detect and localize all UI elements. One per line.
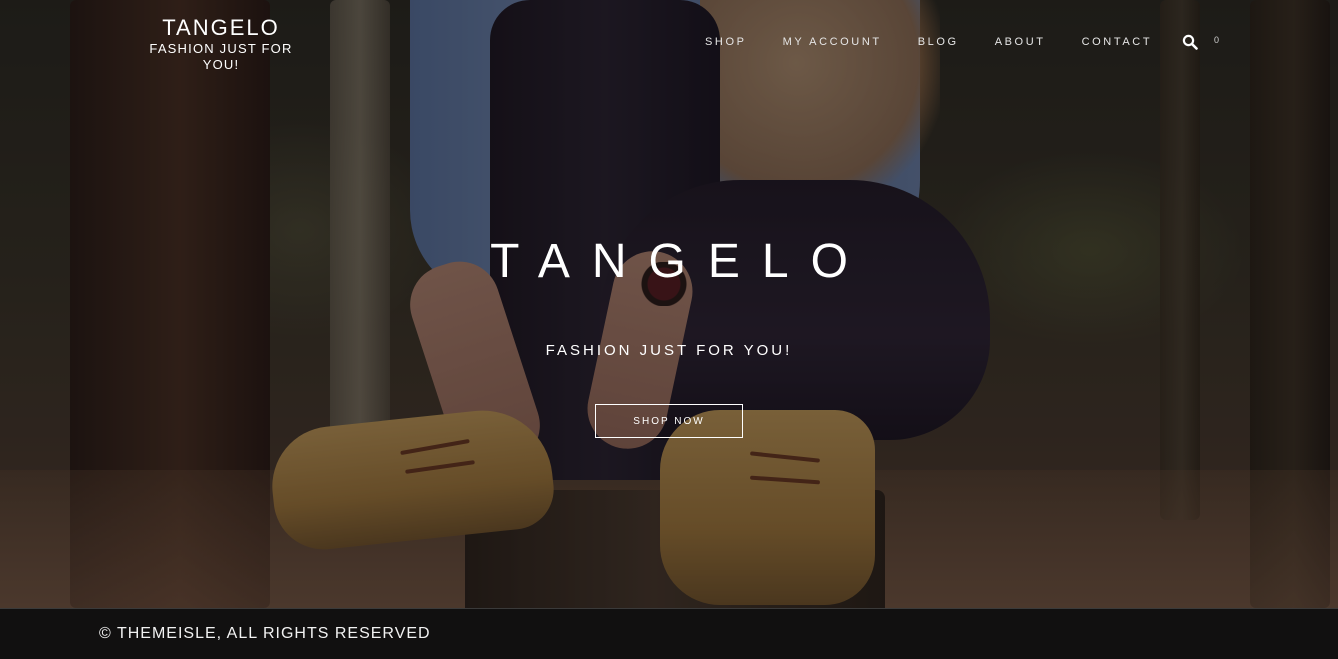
shop-now-button[interactable]: SHOP NOW: [595, 404, 743, 438]
nav-item-about[interactable]: ABOUT: [995, 36, 1046, 48]
site-title[interactable]: TANGELO: [132, 15, 310, 41]
site-footer: © THEMEISLE, ALL RIGHTS RESERVED: [0, 608, 1338, 659]
nav-item-shop[interactable]: SHOP: [705, 36, 747, 48]
hero-background-image: [0, 0, 1338, 608]
copyright-text: © THEMEISLE, ALL RIGHTS RESERVED: [99, 625, 431, 642]
hero-overlay: [0, 0, 1338, 608]
nav-item-my-account[interactable]: MY ACCOUNT: [783, 36, 882, 48]
site-tagline: FASHION JUST FOR YOU!: [149, 41, 293, 72]
cart-count-badge[interactable]: 0: [1214, 35, 1219, 45]
search-icon[interactable]: [1182, 34, 1198, 50]
nav-item-blog[interactable]: BLOG: [918, 36, 959, 48]
main-navigation: SHOP MY ACCOUNT BLOG ABOUT CONTACT: [705, 36, 1188, 48]
nav-item-contact[interactable]: CONTACT: [1082, 36, 1153, 48]
site-logo[interactable]: TANGELO FASHION JUST FOR YOU!: [132, 15, 310, 73]
hero-title: TANGELO: [490, 235, 870, 288]
hero-subtitle: FASHION JUST FOR YOU!: [545, 342, 793, 359]
page: TANGELO FASHION JUST FOR YOU! SHOP MY AC…: [0, 0, 1338, 659]
